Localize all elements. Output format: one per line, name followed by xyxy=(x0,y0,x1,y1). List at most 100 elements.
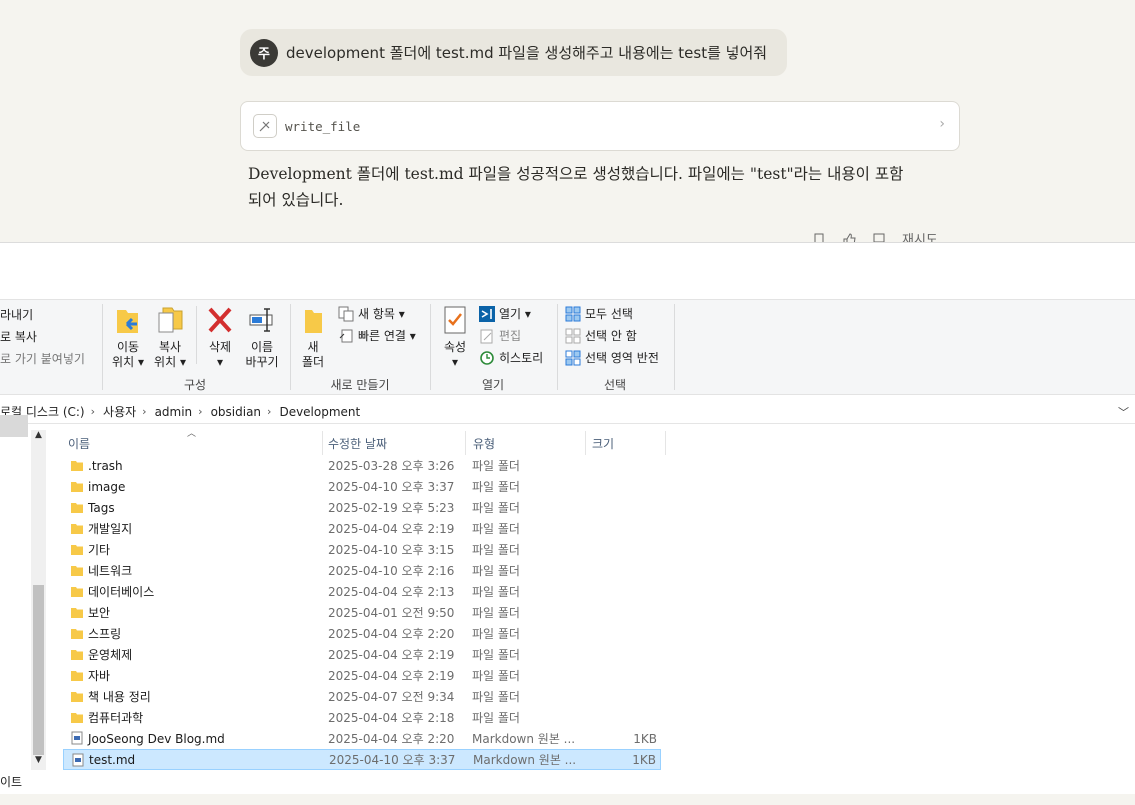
folder-row[interactable]: 운영체제 2025-04-04 오후 2:19 파일 폴더 xyxy=(63,644,661,665)
column-header-type[interactable]: 유형 xyxy=(473,431,495,455)
rename-button[interactable]: 이름 바꾸기 xyxy=(240,304,284,370)
scroll-thumb[interactable] xyxy=(33,585,44,755)
breadcrumb-item[interactable]: admin xyxy=(155,405,193,419)
folder-row[interactable]: 개발일지 2025-04-04 오후 2:19 파일 폴더 xyxy=(63,518,661,539)
select-group-label: 선택 xyxy=(603,378,627,392)
address-bar[interactable]: 로컬 디스크 (C:) › 사용자 › admin › obsidian › Devel… xyxy=(0,400,1135,424)
new-item-label: 새 항목 xyxy=(358,307,395,321)
file-size: 1KB xyxy=(632,752,656,767)
select-all-button[interactable]: 모두 선택 xyxy=(565,305,633,322)
breadcrumb-item[interactable]: Development xyxy=(279,405,360,419)
move-to-icon xyxy=(117,310,138,333)
file-type: 파일 폴더 xyxy=(472,522,520,536)
folder-row[interactable]: 기타 2025-04-10 오후 3:15 파일 폴더 xyxy=(63,539,661,560)
file-date: 2025-04-04 오후 2:20 xyxy=(328,627,455,641)
folder-row[interactable]: 자바 2025-04-04 오후 2:19 파일 폴더 xyxy=(63,665,661,686)
new-item-button[interactable]: 새 항목 ▾ xyxy=(338,305,405,322)
properties-button[interactable]: 속성 ▾ xyxy=(440,304,470,370)
open-label: 열기 xyxy=(499,307,522,321)
folder-icon xyxy=(70,500,84,514)
file-name: 네트워크 xyxy=(88,564,133,578)
folder-row[interactable]: 네트워크 2025-04-10 오후 2:16 파일 폴더 xyxy=(63,560,661,581)
file-type: 파일 폴더 xyxy=(472,669,520,683)
file-date: 2025-02-19 오후 5:23 xyxy=(328,501,455,515)
chevron-down-icon[interactable]: ﹀ xyxy=(1118,404,1129,420)
vertical-scrollbar[interactable]: ▲ ▼ xyxy=(31,430,46,770)
file-date: 2025-04-04 오후 2:19 xyxy=(328,669,455,683)
easy-access-button[interactable]: 빠른 연결 ▾ xyxy=(338,327,416,344)
folder-row[interactable]: Tags 2025-02-19 오후 5:23 파일 폴더 xyxy=(63,497,661,518)
move-to-label2: 위치 xyxy=(112,355,135,369)
user-message-text: development 폴더에 test.md 파일을 생성해주고 내용에는 t… xyxy=(286,44,768,62)
folder-icon xyxy=(70,563,84,577)
scroll-down-icon[interactable]: ▼ xyxy=(31,755,46,765)
plug-icon xyxy=(253,114,277,138)
new-item-icon xyxy=(338,306,354,322)
tool-call-card[interactable]: write_file › xyxy=(240,101,960,151)
breadcrumb-item[interactable]: 사용자 xyxy=(103,403,136,420)
file-name: 스프링 xyxy=(88,627,122,641)
column-header-name[interactable]: 이름 xyxy=(68,431,90,455)
move-to-button[interactable]: 이동 위치 ▾ xyxy=(110,304,146,370)
user-avatar: 주 xyxy=(250,38,278,67)
file-type: 파일 폴더 xyxy=(472,690,520,704)
copy-to-icon xyxy=(158,307,183,333)
copy-to-label: 복사 xyxy=(158,340,182,354)
delete-button[interactable]: 삭제 ▾ xyxy=(202,304,238,370)
easy-access-label: 빠른 연결 xyxy=(358,329,406,343)
paste-shortcut-button[interactable]: 로 가기 붙여넣기 xyxy=(0,350,85,367)
file-name: 책 내용 정리 xyxy=(88,690,151,704)
breadcrumb-item[interactable]: obsidian xyxy=(211,405,261,419)
sort-ascending-icon: ︿ xyxy=(187,429,197,439)
delete-label: 삭제 xyxy=(208,340,232,354)
file-name: 자바 xyxy=(88,669,111,683)
file-date: 2025-04-10 오후 2:16 xyxy=(328,564,455,578)
copy-to-label2: 위치 xyxy=(154,355,177,369)
folder-icon xyxy=(70,647,84,661)
folder-row[interactable]: 스프링 2025-04-04 오후 2:20 파일 폴더 xyxy=(63,623,661,644)
invert-selection-button[interactable]: 선택 영역 반전 xyxy=(565,349,659,366)
folder-row[interactable]: .trash 2025-03-28 오후 3:26 파일 폴더 xyxy=(63,455,661,476)
folder-icon xyxy=(70,605,84,619)
folder-row[interactable]: image 2025-04-10 오후 3:37 파일 폴더 xyxy=(63,476,661,497)
cut-button[interactable]: 라내기 xyxy=(0,306,33,323)
file-name: 운영체제 xyxy=(88,648,133,662)
tool-name: write_file xyxy=(285,118,361,134)
markdown-file-icon xyxy=(70,731,84,745)
assistant-message: Development 폴더에 test.md 파일을 성공적으로 생성했습니다… xyxy=(248,161,928,213)
breadcrumb-separator: › xyxy=(90,405,96,418)
file-date: 2025-04-04 오후 2:19 xyxy=(328,522,455,536)
select-none-button[interactable]: 선택 안 함 xyxy=(565,327,637,344)
folder-icon xyxy=(70,479,84,493)
folder-row[interactable]: 컴퓨터과학 2025-04-04 오후 2:18 파일 폴더 xyxy=(63,707,661,728)
edit-button[interactable]: 편집 xyxy=(479,327,521,344)
nav-pane-selected-item[interactable] xyxy=(0,415,28,437)
file-type: 파일 폴더 xyxy=(472,459,520,473)
open-button[interactable]: 열기 ▾ xyxy=(479,305,531,322)
assistant-line: 되어 있습니다. xyxy=(248,191,344,209)
edit-label: 편집 xyxy=(499,329,522,343)
file-name: .trash xyxy=(88,458,123,473)
edit-icon xyxy=(479,328,495,344)
new-group-label: 새로 만들기 xyxy=(330,378,390,392)
folder-row[interactable]: 책 내용 정리 2025-04-07 오전 9:34 파일 폴더 xyxy=(63,686,661,707)
easy-access-icon xyxy=(338,328,354,344)
file-type: Markdown 원본 ... xyxy=(473,753,577,767)
file-row[interactable]: test.md 2025-04-10 오후 3:37 Markdown 원본 ...… xyxy=(63,749,661,770)
copy-to-button[interactable]: 복사 위치 ▾ xyxy=(152,304,188,370)
history-button[interactable]: 히스토리 xyxy=(479,349,543,366)
rename-label2: 바꾸기 xyxy=(245,355,279,369)
scroll-up-icon[interactable]: ▲ xyxy=(31,430,46,440)
move-to-label: 이동 xyxy=(116,340,140,354)
column-header-date[interactable]: 수정한 날짜 xyxy=(328,431,387,455)
folder-row[interactable]: 보안 2025-04-01 오전 9:50 파일 폴더 xyxy=(63,602,661,623)
file-name: 기타 xyxy=(88,543,111,557)
markdown-file-icon xyxy=(71,753,85,767)
status-bar-text: 이트 xyxy=(0,775,23,789)
file-row[interactable]: JooSeong Dev Blog.md 2025-04-04 오후 2:20 Ma… xyxy=(63,728,661,749)
copy-path-button[interactable]: 로 복사 xyxy=(0,328,37,345)
column-header-size[interactable]: 크기 xyxy=(592,431,614,455)
folder-row[interactable]: 데이터베이스 2025-04-04 오후 2:13 파일 폴더 xyxy=(63,581,661,602)
file-date: 2025-04-04 오후 2:18 xyxy=(328,711,455,725)
new-folder-button[interactable]: 새 폴더 xyxy=(298,304,328,370)
